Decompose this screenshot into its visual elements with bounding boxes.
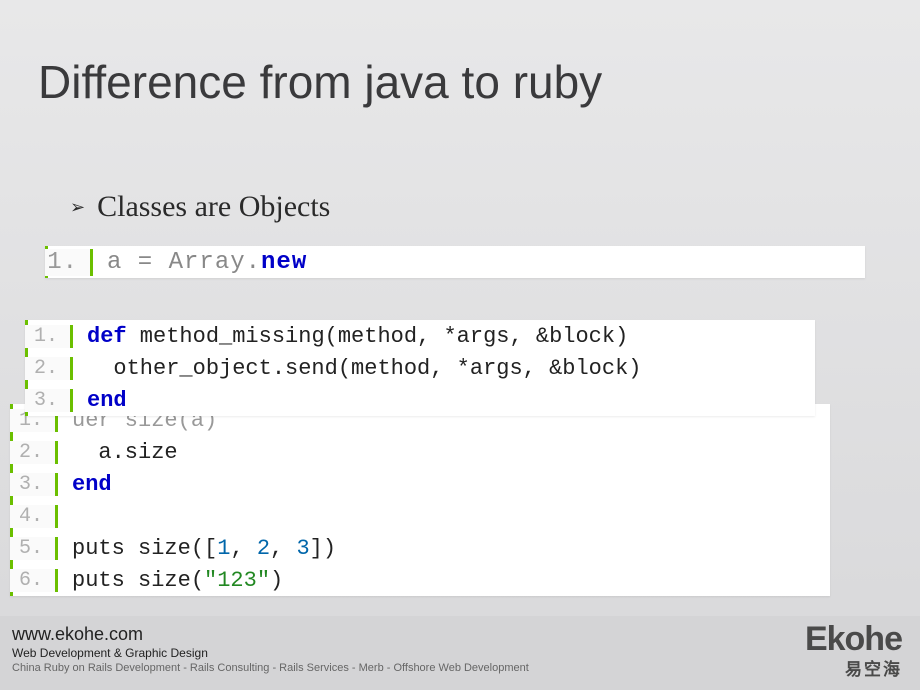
line-number: 2.: [25, 357, 73, 380]
code-line: 6. puts size("123"): [13, 564, 830, 596]
line-number: 2.: [10, 441, 58, 464]
line-number: 6.: [10, 569, 58, 592]
line-number: 3.: [10, 473, 58, 496]
code-line: 4.: [13, 500, 830, 532]
footer: www.ekohe.com Web Development & Graphic …: [0, 616, 920, 690]
chevron-icon: ➢: [70, 198, 85, 216]
footer-url: www.ekohe.com: [12, 624, 908, 645]
code-line: 1. a = Array.new: [48, 246, 865, 278]
line-number: 3.: [25, 389, 73, 412]
code-line: 3. end: [28, 384, 815, 416]
code-content: a = Array.new: [93, 249, 307, 276]
code-content: other_object.send(method, *args, &block): [73, 356, 642, 381]
bullet-text: Classes are Objects: [97, 190, 330, 224]
footer-subtitle: Web Development & Graphic Design: [12, 646, 908, 660]
code-content: a.size: [58, 440, 178, 465]
code-block-array-new: 1. a = Array.new: [45, 246, 865, 278]
slide-title: Difference from java to ruby: [38, 55, 602, 109]
logo-sub-text: 易空海: [805, 655, 902, 680]
line-number: 5.: [10, 537, 58, 560]
code-content: def method_missing(method, *args, &block…: [73, 324, 628, 349]
code-block-size: 1. uer size(a) 2. a.size 3. end 4. 5. pu…: [10, 404, 830, 596]
logo-main-text: Ekohe: [805, 624, 902, 655]
line-number: 1.: [45, 249, 93, 276]
code-line: 1. def method_missing(method, *args, &bl…: [28, 320, 815, 352]
bullet-item: ➢ Classes are Objects: [70, 190, 880, 224]
code-content: end: [58, 472, 112, 497]
code-line: 2. other_object.send(method, *args, &blo…: [28, 352, 815, 384]
footer-description: China Ruby on Rails Development - Rails …: [12, 662, 908, 674]
logo: Ekohe 易空海: [805, 624, 902, 680]
code-line: 3. end: [13, 468, 830, 500]
content-area: ➢ Classes are Objects: [70, 190, 880, 242]
code-content: end: [73, 388, 127, 413]
code-block-method-missing: 1. def method_missing(method, *args, &bl…: [25, 320, 815, 416]
code-line: 5. puts size([1, 2, 3]): [13, 532, 830, 564]
code-content: puts size("123"): [58, 568, 283, 593]
code-line: 2. a.size: [13, 436, 830, 468]
line-number: 1.: [25, 325, 73, 348]
code-content: puts size([1, 2, 3]): [58, 536, 336, 561]
line-number: 4.: [10, 505, 58, 528]
